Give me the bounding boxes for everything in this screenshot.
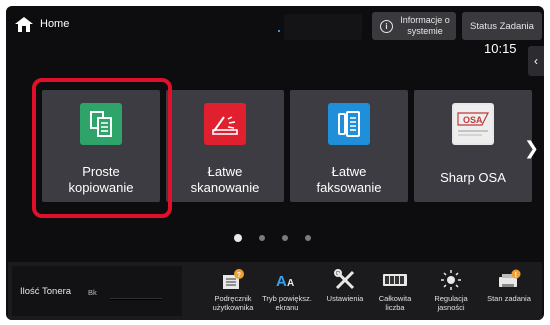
system-info-label-line1: Informacje o	[400, 15, 450, 25]
shortcut-label-line1: Całkowita	[378, 294, 412, 303]
scan-icon	[204, 103, 246, 145]
app-tile-easy-fax[interactable]: Łatwe faksowanie	[290, 90, 408, 202]
home-label: Home	[40, 18, 70, 30]
app-tile-label-line2: skanowanie	[190, 180, 260, 195]
page-dot[interactable]	[234, 234, 242, 242]
job-status-icon: !	[496, 268, 522, 292]
app-tile-easy-scan[interactable]: Łatwe skanowanie	[166, 90, 284, 202]
shortcut-label-line2: użytkownika	[212, 303, 254, 312]
shortcut-label-line2: ekranu	[275, 303, 299, 312]
brightness-shortcut[interactable]: Regulacja jasności	[422, 266, 480, 318]
svg-text:A: A	[276, 273, 287, 290]
user-manual-shortcut[interactable]: ? Podręcznik użytkownika	[204, 266, 262, 318]
fax-icon	[328, 103, 370, 145]
shortcut-label-line2: liczba	[385, 303, 405, 312]
total-count-shortcut[interactable]: Całkowita liczba	[366, 266, 424, 318]
app-tile-label-line1: Sharp OSA	[440, 170, 506, 185]
page-indicator	[234, 234, 311, 242]
shortcut-label-line1: Podręcznik	[214, 294, 252, 303]
brightness-icon	[438, 268, 464, 292]
page-dot[interactable]	[259, 235, 265, 241]
app-tile-label-line1: Łatwe	[331, 164, 367, 179]
home-button[interactable]: Home	[10, 10, 82, 38]
toner-label: Ilość Tonera	[20, 286, 72, 297]
clock: 10:15	[484, 41, 517, 56]
svg-text:A: A	[287, 278, 294, 289]
job-status-label: Status Zadania	[470, 20, 534, 32]
app-tile-sharp-osa[interactable]: OSA Sharp OSA	[414, 90, 532, 202]
message-area	[284, 14, 362, 40]
counter-icon	[382, 268, 408, 292]
screen-zoom-shortcut[interactable]: A A Tryb powiększ. ekranu	[258, 266, 316, 318]
side-panel-tab[interactable]: ‹	[528, 46, 544, 76]
top-bar: Home i Informacje o systemie Status Zada…	[6, 6, 544, 42]
svg-text:?: ?	[237, 272, 241, 279]
app-tile-label-line1: Łatwe	[207, 164, 243, 179]
job-status-button[interactable]: Status Zadania	[462, 12, 542, 40]
selection-highlight	[32, 78, 172, 218]
svg-text:!: !	[515, 272, 517, 279]
shortcut-label-line1: Tryb powiększ.	[262, 294, 312, 303]
printer-screen: Home i Informacje o systemie Status Zada…	[6, 6, 544, 320]
toner-level-bar	[110, 298, 162, 300]
job-status-shortcut[interactable]: ! Stan zadania	[480, 266, 538, 318]
system-info-button[interactable]: i Informacje o systemie	[372, 12, 456, 40]
toner-level-panel: Ilość Tonera Bk	[12, 266, 182, 316]
system-info-label: Informacje o systemie	[397, 15, 453, 37]
home-icon	[15, 16, 33, 32]
svg-text:OSA: OSA	[463, 115, 483, 125]
page-dot[interactable]	[305, 235, 311, 241]
bottom-bar: Ilość Tonera Bk ? Podręcznik użytkownika	[8, 262, 542, 320]
shortcut-label-line1: Ustawienia	[326, 294, 364, 303]
info-icon: i	[380, 19, 393, 33]
text-zoom-icon: A A	[274, 268, 300, 292]
settings-tools-icon	[332, 268, 358, 292]
manual-icon: ?	[220, 268, 246, 292]
notification-dot	[278, 30, 280, 32]
app-tile-label-line2: faksowanie	[316, 180, 382, 195]
page-dot[interactable]	[282, 235, 288, 241]
next-page-arrow-icon[interactable]: ❯	[524, 138, 539, 159]
shortcut-label-line2: jasności	[437, 303, 465, 312]
sharp-osa-icon: OSA	[452, 103, 494, 145]
system-info-label-line2: systemie	[407, 26, 443, 36]
shortcut-label-line1: Stan zadania	[487, 294, 531, 303]
shortcut-label-line1: Regulacja	[434, 294, 468, 303]
toner-color-code: Bk	[88, 288, 97, 297]
